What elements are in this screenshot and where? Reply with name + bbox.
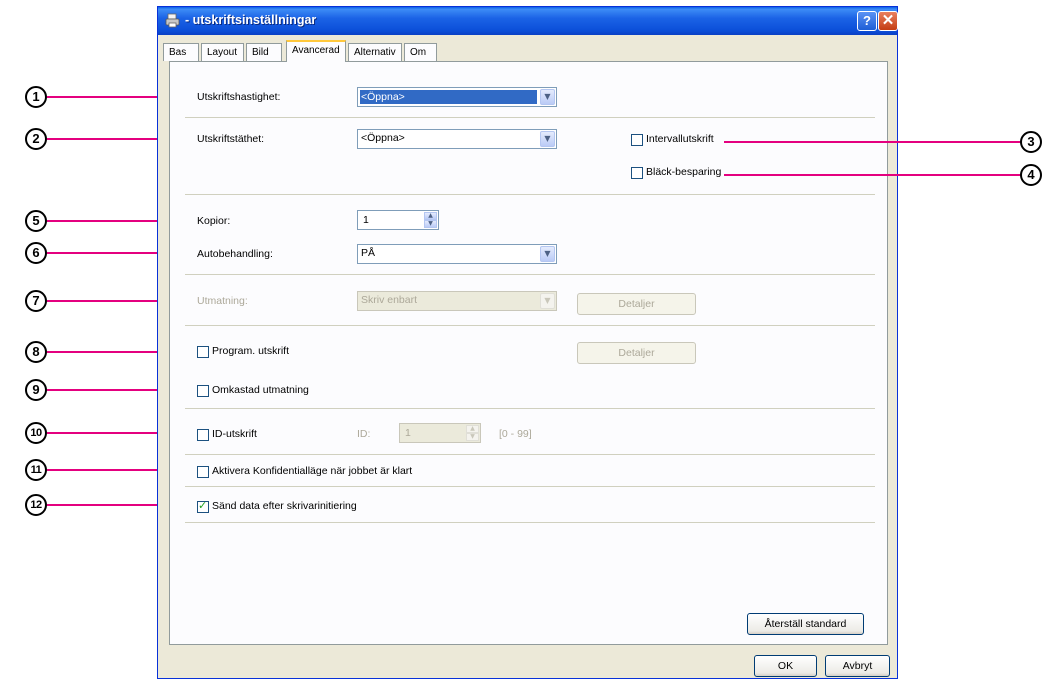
callout-4: 4 — [1020, 164, 1042, 186]
confidential-label[interactable]: Aktivera Konfidentialläge när jobbet är … — [212, 465, 412, 477]
callout-9: 9 — [25, 379, 47, 401]
callout-line-3 — [724, 141, 1022, 143]
send-after-init-label[interactable]: Sänd data efter skrivarinitiering — [212, 500, 357, 512]
title-bar[interactable]: - utskriftsinställningar ? ✕ — [158, 7, 898, 35]
callout-5: 5 — [25, 210, 47, 232]
output-label: Utmatning: — [197, 295, 248, 307]
chevron-down-icon[interactable]: ▼ — [540, 131, 555, 147]
program-print-label[interactable]: Program. utskrift — [212, 345, 289, 357]
callout-2: 2 — [25, 128, 47, 150]
interval-label[interactable]: Intervallutskrift — [646, 133, 714, 145]
advanced-panel: Utskriftshastighet: <Öppna> ▼ Utskriftst… — [169, 61, 888, 645]
spin-up-icon[interactable]: ▲ — [466, 425, 479, 433]
speed-label: Utskriftshastighet: — [197, 91, 281, 103]
copies-label: Kopior: — [197, 215, 231, 227]
speed-value: <Öppna> — [360, 90, 537, 104]
divider — [185, 454, 875, 455]
reverse-output-checkbox[interactable] — [197, 385, 209, 397]
callout-11: 11 — [25, 459, 47, 481]
help-button[interactable]: ? — [857, 11, 877, 31]
auto-select[interactable]: PÅ ▼ — [357, 244, 557, 264]
tab-alternativ[interactable]: Alternativ — [348, 43, 402, 61]
density-select[interactable]: <Öppna> ▼ — [357, 129, 557, 149]
tab-bild[interactable]: Bild — [246, 43, 282, 61]
density-label: Utskriftstäthet: — [197, 133, 265, 145]
tab-bas[interactable]: Bas — [163, 43, 199, 61]
divider — [185, 194, 875, 195]
id-print-checkbox[interactable] — [197, 429, 209, 441]
program-print-checkbox[interactable] — [197, 346, 209, 358]
callout-12: 12 — [25, 494, 47, 516]
confidential-checkbox[interactable] — [197, 466, 209, 478]
close-button[interactable]: ✕ — [878, 11, 898, 31]
id-print-label[interactable]: ID-utskrift — [212, 428, 257, 440]
reset-defaults-button[interactable]: Återställ standard — [747, 613, 864, 635]
printer-icon — [165, 13, 180, 28]
reverse-output-label[interactable]: Omkastad utmatning — [212, 384, 309, 396]
tab-avancerad[interactable]: Avancerad — [286, 40, 346, 62]
program-details-button[interactable]: Detaljer — [577, 342, 696, 364]
window-title: - utskriftsinställningar — [185, 13, 317, 27]
send-after-init-checkbox[interactable] — [197, 499, 209, 513]
print-settings-window: - utskriftsinställningar ? ✕ Bas Layout … — [157, 6, 898, 679]
callout-6: 6 — [25, 242, 47, 264]
density-value: <Öppna> — [361, 132, 405, 144]
chevron-down-icon[interactable]: ▼ — [540, 293, 555, 309]
speed-select[interactable]: <Öppna> ▼ — [357, 87, 557, 107]
cancel-button[interactable]: Avbryt — [825, 655, 890, 677]
auto-value: PÅ — [361, 247, 376, 259]
callout-line-4 — [724, 174, 1022, 176]
callout-1: 1 — [25, 86, 47, 108]
divider — [185, 274, 875, 275]
id-range-label: [0 - 99] — [499, 428, 532, 440]
copies-stepper[interactable]: 1 ▲ ▼ — [357, 210, 439, 230]
divider — [185, 408, 875, 409]
tab-om[interactable]: Om — [404, 43, 437, 61]
output-details-button[interactable]: Detaljer — [577, 293, 696, 315]
ink-saving-checkbox[interactable] — [631, 167, 643, 179]
callout-8: 8 — [25, 341, 47, 363]
callout-3: 3 — [1020, 131, 1042, 153]
callout-7: 7 — [25, 290, 47, 312]
chevron-down-icon[interactable]: ▼ — [540, 246, 555, 262]
auto-label: Autobehandling: — [197, 248, 273, 260]
spin-down-icon[interactable]: ▼ — [424, 220, 437, 228]
id-stepper[interactable]: 1 ▲ ▼ — [399, 423, 481, 443]
copies-value: 1 — [363, 214, 369, 226]
interval-checkbox[interactable] — [631, 134, 643, 146]
chevron-down-icon[interactable]: ▼ — [540, 89, 555, 105]
spin-up-icon[interactable]: ▲ — [424, 212, 437, 220]
output-value: Skriv enbart — [361, 294, 418, 306]
divider — [185, 325, 875, 326]
spin-down-icon[interactable]: ▼ — [466, 433, 479, 441]
callout-10: 10 — [25, 422, 47, 444]
ink-saving-label[interactable]: Bläck-besparing — [646, 166, 721, 178]
ok-button[interactable]: OK — [754, 655, 817, 677]
divider — [185, 522, 875, 523]
id-label: ID: — [357, 428, 371, 440]
divider — [185, 117, 875, 118]
tab-layout[interactable]: Layout — [201, 43, 244, 61]
output-select[interactable]: Skriv enbart ▼ — [357, 291, 557, 311]
divider — [185, 486, 875, 487]
id-value: 1 — [405, 427, 411, 439]
